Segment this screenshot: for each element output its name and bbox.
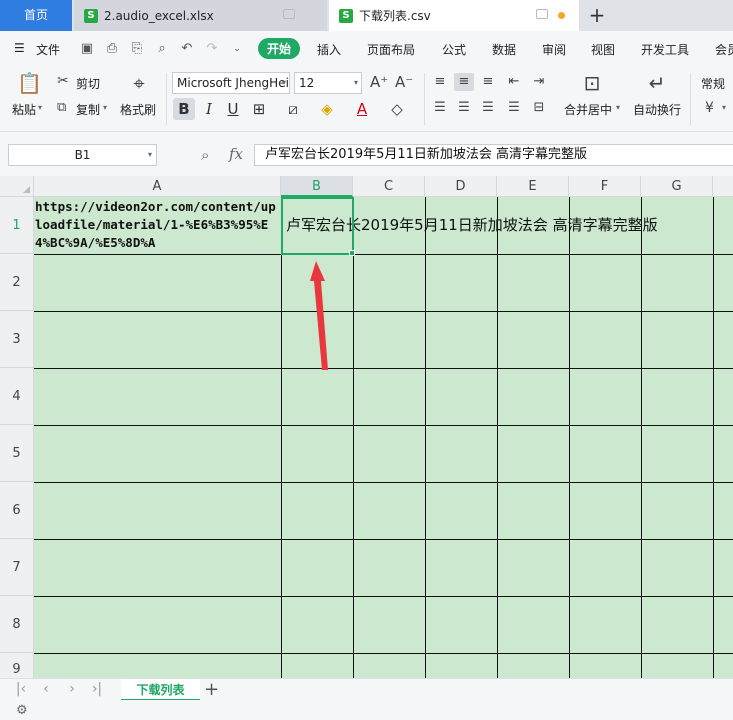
document-tab-label: 2.audio_excel.xlsx	[104, 8, 214, 23]
justify-icon[interactable]: ☰	[504, 99, 524, 117]
menu-tab-review[interactable]: 审阅	[542, 41, 566, 58]
new-tab-plus-icon[interactable]: +	[588, 4, 606, 26]
menu-tab-page-layout[interactable]: 页面布局	[367, 41, 415, 58]
font-size-select[interactable]: 12 ▾	[294, 72, 362, 94]
undo-icon[interactable]: ↶	[179, 41, 195, 57]
menu-tab-member[interactable]: 会员	[715, 41, 733, 58]
spreadsheet-grid: A B C D E F G 1 2 3 4 5 6 7 8 9 https://…	[0, 176, 733, 678]
sheet-tab-download-list[interactable]: 下载列表	[121, 679, 200, 701]
number-format-select[interactable]: 常规	[701, 75, 725, 92]
prev-sheet-icon[interactable]: ‹	[39, 681, 53, 697]
copy-dropdown-icon[interactable]: ▾	[103, 103, 107, 112]
paste-button-label[interactable]: 粘贴	[12, 101, 36, 118]
formula-input[interactable]: 卢军宏台长2019年5月11日新加坡法会 高清字幕完整版	[254, 144, 733, 166]
scissors-icon[interactable]: ✂	[57, 73, 69, 89]
merge-center-label[interactable]: 合并居中	[564, 101, 612, 118]
merge-center-icon[interactable]: ⊡	[580, 71, 604, 95]
fill-color-icon[interactable]: ◈	[316, 98, 338, 120]
font-size-value: 12	[299, 76, 315, 90]
insert-function-icon[interactable]: fx	[229, 145, 243, 163]
align-center-icon[interactable]: ☰	[454, 99, 474, 117]
name-box[interactable]: B1 ▾	[8, 144, 157, 166]
last-sheet-icon[interactable]: ›|	[90, 681, 104, 697]
underline-icon[interactable]: U	[222, 98, 244, 120]
spreadsheet-icon: S	[84, 8, 98, 23]
next-sheet-icon[interactable]: ›	[65, 681, 79, 697]
status-bar: ⚙	[0, 700, 733, 720]
format-painter-icon[interactable]: ⌖	[127, 71, 151, 95]
format-painter-label[interactable]: 格式刷	[120, 101, 156, 118]
menu-tab-insert[interactable]: 插入	[317, 41, 341, 58]
ribbon-toolbar: 📋 粘贴 ▾ ✂ 剪切 ⧉ 复制 ▾ ⌖ 格式刷 Microsoft Jheng…	[0, 67, 733, 132]
menu-bar: ☰ 文件 ▣ ⎙ ⎘ ⌕ ↶ ↷ ⌄ 开始 插入 页面布局 公式 数据 审阅 视…	[0, 31, 733, 67]
font-name-select[interactable]: Microsoft JhengHei ▾	[172, 72, 290, 94]
copy-button-label[interactable]: 复制	[76, 101, 100, 118]
spreadsheet-icon: S	[339, 8, 353, 23]
document-tab-label: 下载列表.csv	[359, 9, 431, 23]
name-box-dropdown-icon: ▾	[147, 150, 152, 159]
align-middle-icon[interactable]: ≡	[454, 73, 474, 91]
cell-reference: B1	[74, 148, 91, 162]
sheet-tab-bar: |‹ ‹ › ›| 下载列表 +	[0, 678, 733, 701]
paste-icon[interactable]: 📋	[17, 71, 42, 95]
print-icon[interactable]: ⎘	[129, 41, 145, 57]
redo-icon[interactable]: ↷	[204, 41, 220, 57]
unsaved-dot-icon	[558, 12, 565, 19]
menu-file[interactable]: 文件	[36, 41, 60, 58]
bold-icon[interactable]: B	[173, 98, 195, 120]
quick-access-dropdown-icon[interactable]: ⌄	[229, 41, 245, 57]
annotation-arrow-icon	[310, 261, 328, 370]
print-preview-icon[interactable]: ⌕	[154, 41, 170, 57]
copy-icon[interactable]: ⧉	[57, 100, 66, 115]
ribbon-divider	[166, 73, 167, 125]
align-bottom-icon[interactable]: ≡	[478, 73, 498, 91]
decrease-font-icon[interactable]: A⁻	[395, 73, 413, 91]
menu-tab-data[interactable]: 数据	[492, 41, 516, 58]
distributed-icon[interactable]: ⊟	[529, 99, 549, 117]
font-color-icon[interactable]: A	[351, 98, 373, 120]
font-dropdown-icon: ▾	[281, 78, 286, 87]
clear-format-icon[interactable]: ◇	[386, 98, 408, 120]
zoom-search-icon[interactable]: ⌕	[201, 146, 209, 164]
add-sheet-plus-icon[interactable]: +	[204, 679, 219, 701]
ribbon-divider	[690, 73, 691, 125]
wrap-text-label[interactable]: 自动换行	[633, 101, 681, 118]
italic-icon[interactable]: I	[198, 98, 220, 120]
align-left-icon[interactable]: ☰	[430, 99, 450, 117]
macro-icon[interactable]: ⚙	[16, 703, 28, 718]
align-top-icon[interactable]: ≡	[430, 73, 450, 91]
increase-indent-icon[interactable]: ⇥	[529, 73, 549, 91]
first-sheet-icon[interactable]: |‹	[14, 681, 28, 697]
currency-icon[interactable]: ¥	[705, 100, 714, 116]
cut-button-label[interactable]: 剪切	[76, 75, 100, 92]
wrap-text-icon[interactable]: ↵	[645, 71, 669, 95]
document-tab-audio-excel[interactable]: S 2.audio_excel.xlsx	[74, 0, 327, 31]
hamburger-menu-icon[interactable]: ☰	[14, 41, 25, 55]
menu-tab-home[interactable]: 开始	[258, 38, 301, 59]
paste-dropdown-icon[interactable]: ▾	[38, 103, 42, 112]
decrease-indent-icon[interactable]: ⇤	[504, 73, 524, 91]
cell-style-icon[interactable]: ⧄	[282, 98, 304, 120]
ribbon-divider	[424, 73, 425, 125]
window-tab-bar: 首页 S 2.audio_excel.xlsx S 下载列表.csv +	[0, 0, 733, 31]
save-icon[interactable]: ▣	[79, 41, 95, 57]
increase-font-icon[interactable]: A⁺	[370, 73, 388, 91]
formula-bar: B1 ▾ ⌕ fx 卢军宏台长2019年5月11日新加坡法会 高清字幕完整版	[0, 132, 733, 176]
menu-tab-view[interactable]: 视图	[591, 41, 615, 58]
merge-dropdown-icon[interactable]: ▾	[616, 103, 620, 112]
font-name-value: Microsoft JhengHei	[177, 76, 289, 90]
font-size-dropdown-icon: ▾	[353, 78, 358, 87]
home-tab[interactable]: 首页	[0, 0, 72, 31]
menu-tab-formulas[interactable]: 公式	[442, 41, 466, 58]
document-tab-download-list[interactable]: S 下载列表.csv	[329, 0, 579, 31]
screen-icon[interactable]	[283, 9, 295, 19]
export-icon[interactable]: ⎙	[104, 41, 120, 57]
align-right-icon[interactable]: ☰	[478, 99, 498, 117]
currency-dropdown-icon[interactable]: ▾	[722, 103, 726, 112]
borders-icon[interactable]: ⊞	[248, 98, 270, 120]
screen-icon[interactable]	[536, 9, 548, 19]
menu-tab-developer[interactable]: 开发工具	[641, 41, 689, 58]
